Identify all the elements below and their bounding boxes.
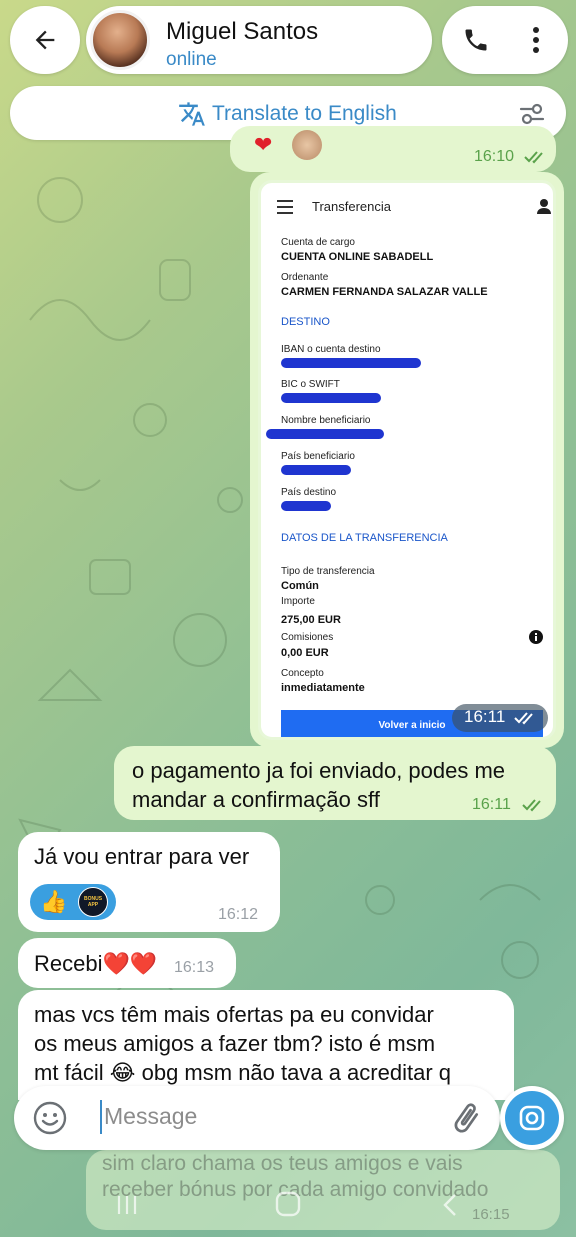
translate-label: Translate to English [212,102,397,125]
system-navigation-bar [0,1180,576,1237]
iban-label: IBAN o cuenta destino [281,344,381,355]
ordenante-label: Ordenante [281,272,329,283]
comisiones-value: 0,00 EUR [281,647,329,659]
settings-sliders-icon[interactable] [518,100,546,128]
back-nav-icon[interactable] [440,1192,460,1218]
recent-apps-icon[interactable] [114,1192,140,1218]
bonus-app-label: BONUS APP [83,896,103,908]
tipo-value: Común [281,580,319,592]
incoming-message[interactable]: Já vou entrar para ver 👍 BONUS APP 16:12 [18,832,280,932]
contact-name: Miguel Santos [166,18,319,45]
message-input[interactable]: Message [104,1103,197,1130]
redaction-scribble [266,429,384,439]
contact-info[interactable]: Miguel Santos online [86,6,432,74]
more-options-button[interactable] [516,20,556,60]
header-actions [442,6,568,74]
datos-section: DATOS DE LA TRANSFERENCIA [281,532,448,544]
redaction-scribble [281,358,421,368]
info-icon [529,630,543,644]
message-time: 16:12 [218,906,259,923]
message-text-line-1: sim claro chama os teus amigos e vais [102,1152,463,1175]
comisiones-label: Comisiones [281,632,334,643]
message-composer[interactable]: Message [14,1086,500,1150]
sticker-avatar [292,130,322,160]
redaction-scribble [281,393,381,403]
message-time: 16:11 [472,796,511,813]
pais-beneficiario-label: País beneficiario [281,451,355,462]
redaction-scribble [281,501,331,511]
screenshot-title: Transferencia [312,199,391,214]
message-time: 16:11 [464,707,506,726]
message-text-line-1: o pagamento ja foi enviado, podes me [132,758,506,783]
tipo-label: Tipo de transferencia [281,566,375,577]
avatar[interactable] [90,10,150,70]
ordenante-value: CARMEN FERNANDA SALAZAR VALLE [281,286,488,298]
image-time-pill: 16:11 [452,704,548,732]
double-check-icon [522,799,541,812]
importe-label: Importe [281,596,315,607]
heart-emoji: ❤ [254,132,273,157]
camera-circle [505,1091,559,1145]
message-text: Recebi❤️❤️ [34,951,158,976]
transfer-screenshot-image[interactable]: Transferencia Cuenta de cargo CUENTA ONL… [258,180,556,740]
chat-header: Miguel Santos online [0,0,576,84]
menu-icon [277,200,293,214]
message-time: 16:10 [474,148,515,165]
home-icon[interactable] [274,1190,302,1218]
phone-icon [465,29,487,51]
importe-value: 275,00 EUR [281,614,341,626]
text-caret [100,1100,102,1134]
camera-button[interactable] [500,1086,564,1150]
message-text-line-2: mandar a confirmação sff [132,787,380,812]
beneficiario-label: Nombre beneficiario [281,415,371,426]
message-text-line-3: mt fácil 😂 obg msm não tava a acreditar … [34,1060,451,1085]
message-time: 16:13 [174,959,215,976]
emoji-icon[interactable] [32,1100,68,1136]
thumbs-up-emoji: 👍 [40,889,68,914]
double-check-icon [524,151,543,164]
outgoing-message[interactable]: o pagamento ja foi enviado, podes me man… [114,746,556,820]
message-text-line-2: os meus amigos a fazer tbm? isto é msm [34,1031,436,1056]
call-button[interactable] [456,20,496,60]
destino-section: DESTINO [281,316,330,328]
message-text: Já vou entrar para ver [34,844,250,869]
attach-icon[interactable] [448,1100,484,1136]
reaction-chip[interactable]: 👍 BONUS APP [30,884,116,920]
pais-destino-label: País destino [281,487,337,498]
cuenta-value: CUENTA ONLINE SABADELL [281,251,434,263]
bonus-app-avatar: BONUS APP [78,887,108,917]
message-text-line-1: mas vcs têm mais ofertas pa eu convidar [34,1002,434,1027]
double-check-icon [514,712,533,725]
concepto-label: Concepto [281,668,324,679]
bic-label: BIC o SWIFT [281,379,340,390]
camera-icon [519,1105,545,1131]
user-icon [537,199,551,214]
incoming-message[interactable]: mas vcs têm mais ofertas pa eu convidar … [18,990,514,1100]
screenshot-content: Transferencia Cuenta de cargo CUENTA ONL… [264,186,551,737]
arrow-left-icon [35,30,55,50]
concepto-value: inmediatamente [281,682,365,694]
incoming-message[interactable]: Recebi❤️❤️ 16:13 [18,938,236,988]
cuenta-label: Cuenta de cargo [281,237,355,248]
contact-status: online [166,49,217,70]
back-button[interactable] [10,6,80,74]
translate-icon [179,102,205,126]
more-vert-icon [533,27,539,53]
redaction-scribble [281,465,351,475]
outgoing-message-sticker[interactable]: ❤ 16:10 [230,126,556,172]
